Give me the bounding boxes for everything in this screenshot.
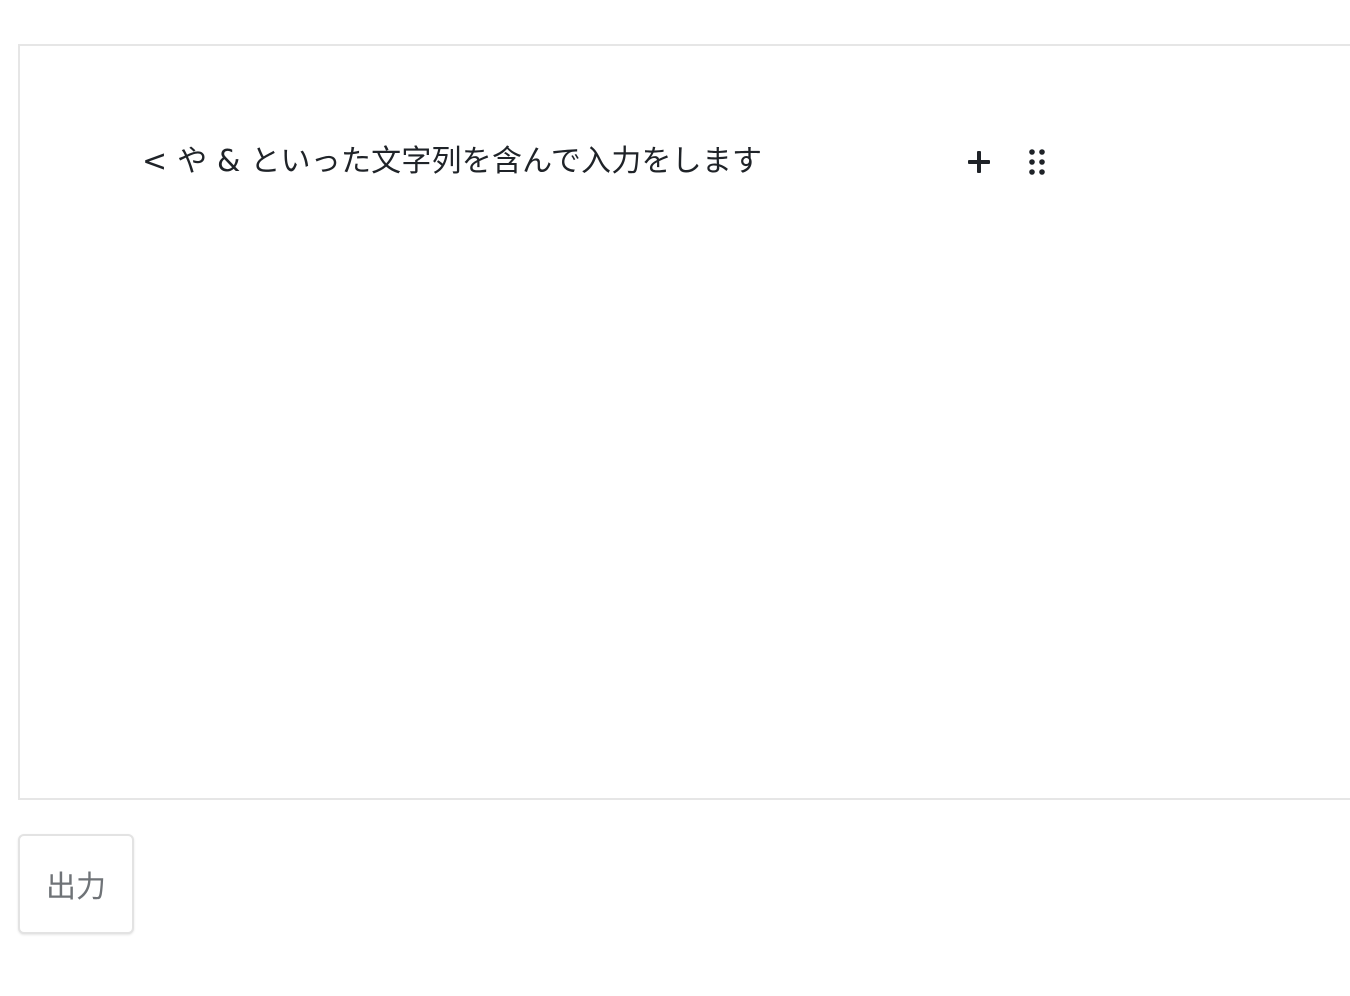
add-block-button[interactable] [962, 142, 996, 182]
drag-handle-icon [1027, 147, 1047, 177]
block-tools [962, 134, 1054, 190]
editor-area[interactable]: < や & といった文字列を含んで入力をします [18, 44, 1350, 800]
drag-handle-button[interactable] [1020, 142, 1054, 182]
paragraph-text[interactable]: < や & といった文字列を含んで入力をします [142, 134, 762, 190]
output-button[interactable]: 出力 [18, 834, 134, 934]
paragraph-block[interactable]: < や & といった文字列を含んで入力をします [142, 134, 1062, 190]
plus-icon [965, 148, 993, 176]
